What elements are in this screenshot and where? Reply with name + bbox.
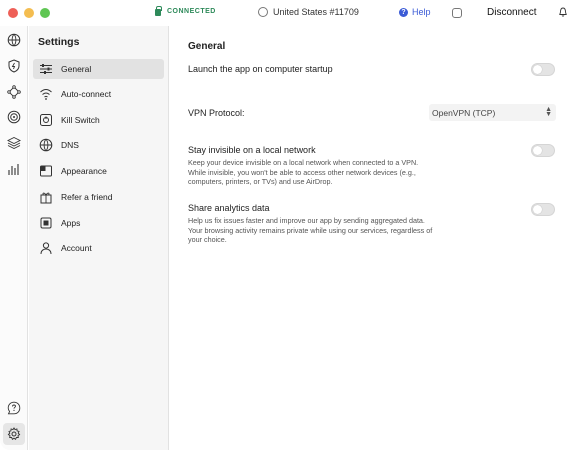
sidebar-item-label: Kill Switch	[61, 115, 100, 125]
analytics-label: Share analytics data	[188, 203, 270, 213]
sidebar-item-label: Auto-connect	[61, 89, 112, 99]
sidebar-item-label: Refer a friend	[61, 192, 113, 202]
sidebar-item-label: General	[61, 64, 92, 74]
globe-icon	[258, 7, 268, 17]
connection-status-label: CONNECTED	[167, 8, 216, 15]
globe-icon[interactable]	[7, 33, 21, 47]
vpn-protocol-label: VPN Protocol:	[188, 108, 245, 118]
sidebar-item-kill-switch[interactable]: Kill Switch	[33, 110, 164, 130]
invisible-description: Keep your device invisible on a local ne…	[188, 158, 419, 186]
mesh-icon[interactable]	[7, 85, 21, 99]
sidebar-item-label: Apps	[61, 218, 81, 228]
gift-icon	[40, 192, 52, 204]
sidebar-item-appearance[interactable]: Appearance	[33, 161, 164, 181]
meshnet-icon[interactable]	[452, 8, 462, 18]
layers-icon[interactable]	[7, 136, 21, 150]
startup-label: Launch the app on computer startup	[188, 64, 333, 74]
help-link[interactable]: ? Help	[399, 7, 431, 17]
settings-sidebar: Settings General Auto-connect Kill Switc…	[29, 26, 169, 450]
help-icon: ?	[399, 7, 408, 17]
sidebar-item-label: Account	[61, 243, 92, 253]
app-window: CONNECTED United States #11709 ? Help Di…	[0, 0, 579, 450]
disconnect-button[interactable]: Disconnect	[487, 7, 536, 18]
connection-status: CONNECTED	[155, 6, 216, 16]
kill-switch-icon	[40, 114, 52, 126]
lock-icon	[155, 6, 162, 16]
maximize-window-button[interactable]	[40, 8, 50, 18]
target-icon[interactable]	[7, 110, 21, 124]
analytics-description: Help us fix issues faster and improve ou…	[188, 216, 433, 244]
bell-icon[interactable]	[559, 7, 567, 17]
analytics-toggle[interactable]	[531, 203, 555, 216]
wifi-icon	[40, 89, 52, 100]
window-controls	[8, 8, 50, 18]
appearance-icon	[40, 165, 52, 177]
sidebar-item-label: Appearance	[61, 166, 107, 176]
icon-rail	[0, 26, 28, 450]
sliders-icon	[40, 64, 52, 74]
sidebar-item-refer-a-friend[interactable]: Refer a friend	[33, 187, 164, 207]
startup-toggle[interactable]	[531, 63, 555, 76]
account-icon	[40, 242, 52, 255]
shield-icon[interactable]	[7, 59, 21, 73]
close-window-button[interactable]	[8, 8, 18, 18]
sidebar-item-auto-connect[interactable]: Auto-connect	[33, 84, 164, 104]
sidebar-item-label: DNS	[61, 140, 79, 150]
invisible-label: Stay invisible on a local network	[188, 145, 316, 155]
apps-icon	[40, 217, 52, 229]
sidebar-item-dns[interactable]: DNS	[33, 135, 164, 155]
invisible-toggle[interactable]	[531, 144, 555, 157]
help-label: Help	[412, 7, 431, 17]
vpn-protocol-select[interactable]: OpenVPN (TCP) ▲ ▼	[429, 104, 556, 121]
settings-panel: General Launch the app on computer start…	[170, 26, 579, 450]
sidebar-item-apps[interactable]: Apps	[33, 213, 164, 233]
title-bar: CONNECTED United States #11709 ? Help Di…	[0, 0, 579, 26]
minimize-window-button[interactable]	[24, 8, 34, 18]
page-title: General	[188, 41, 226, 52]
vpn-protocol-value: OpenVPN (TCP)	[432, 107, 496, 118]
sidebar-item-general[interactable]: General	[33, 59, 164, 79]
server-label: United States #11709	[273, 7, 359, 17]
sidebar-item-account[interactable]: Account	[33, 238, 164, 258]
stats-icon[interactable]	[7, 162, 21, 176]
sidebar-title: Settings	[38, 36, 80, 48]
server-selector[interactable]: United States #11709	[258, 7, 359, 17]
dns-globe-icon	[39, 138, 53, 152]
chevron-updown-icon: ▲ ▼	[545, 106, 552, 118]
settings-icon[interactable]	[7, 427, 21, 441]
help-icon[interactable]	[7, 401, 21, 415]
